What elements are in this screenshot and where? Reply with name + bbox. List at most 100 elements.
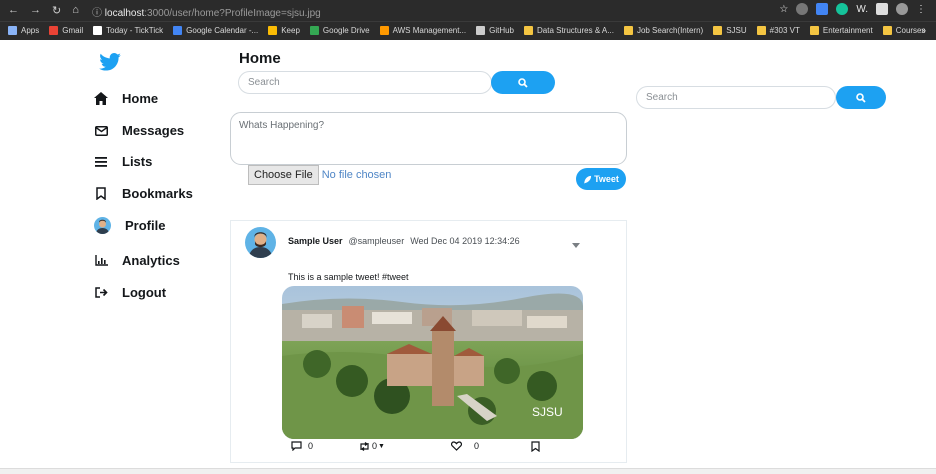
bookmark-favicon-icon — [8, 26, 17, 35]
bookmark-favicon-icon — [173, 26, 183, 35]
user-name[interactable]: Sample User — [288, 236, 343, 246]
retweet-count: 0 — [372, 441, 378, 451]
star-icon[interactable]: ☆ — [779, 4, 788, 15]
bookmark-item[interactable]: Entertainment — [809, 26, 873, 35]
bookmark-item[interactable]: SJSU — [713, 26, 747, 35]
main-search-input[interactable] — [238, 71, 492, 94]
bookmark-label: #303 VT — [769, 26, 800, 35]
retweet-action[interactable]: 0 ▼ — [358, 441, 385, 451]
bookmark-favicon-icon — [476, 26, 486, 35]
tweet-button[interactable]: Tweet — [576, 168, 626, 190]
search-icon — [856, 92, 866, 103]
file-status: No file chosen — [321, 169, 392, 181]
bookmarks-bar: Apps Gmail Today - TickTick Google Calendar… — [0, 21, 936, 40]
bookmark-label: Keep — [281, 26, 300, 35]
bookmark-item[interactable]: Google Calendar -... — [173, 26, 258, 35]
choose-file-button[interactable]: Choose File — [248, 165, 319, 185]
url-path: :3000/user/home?ProfileImage=sjsu.jpg — [144, 8, 321, 19]
like-action[interactable]: 0 — [451, 441, 479, 451]
address-bar[interactable]: ⓘ localhost:3000/user/home?ProfileImage=… — [92, 4, 321, 19]
bookmark-item[interactable]: GitHub — [476, 26, 514, 35]
bookmarks-more-icon[interactable]: » — [921, 25, 926, 35]
window-bottom-edge — [0, 468, 936, 474]
browser-nav: ← → ↻ ⌂ — [8, 4, 79, 17]
reply-action[interactable]: 0 — [291, 441, 313, 451]
word-extension-label[interactable]: W. — [856, 4, 868, 15]
bookmark-item[interactable]: Apps — [8, 26, 39, 35]
list-icon — [94, 155, 108, 169]
logout-icon — [94, 286, 108, 300]
bookmark-action[interactable] — [531, 441, 540, 452]
bookmark-item[interactable]: Google Drive — [309, 26, 370, 35]
sidebar-item-label: Home — [122, 91, 159, 106]
forward-icon[interactable]: → — [30, 4, 41, 17]
compose-textarea[interactable] — [230, 112, 627, 165]
sidebar-item-logout[interactable]: Logout — [94, 285, 166, 300]
tweet-date: Wed Dec 04 2019 12:34:26 — [410, 236, 520, 246]
grammarly-extension-icon[interactable] — [836, 3, 849, 15]
chart-icon — [94, 254, 108, 268]
bookmark-item[interactable]: #303 VT — [756, 26, 800, 35]
sidebar-item-bookmarks[interactable]: Bookmarks — [94, 186, 193, 201]
url-host: localhost — [104, 8, 145, 19]
user-handle: @sampleuser — [348, 236, 405, 246]
menu-icon[interactable]: ⋮ — [916, 4, 926, 15]
bookmark-label: Data Structures & A... — [537, 26, 614, 35]
envelope-icon — [94, 124, 108, 138]
main-search-button[interactable] — [491, 71, 555, 94]
calendar-extension-icon[interactable] — [816, 3, 829, 15]
bookmark-favicon-icon — [524, 26, 534, 35]
page-title: Home — [239, 50, 281, 67]
bookmark-favicon-icon — [379, 26, 389, 35]
sidebar-item-messages[interactable]: Messages — [94, 123, 184, 138]
bookmark-label: Google Calendar -... — [186, 26, 259, 35]
avatar[interactable] — [245, 227, 276, 258]
bookmark-label: Apps — [21, 26, 40, 35]
bookmark-label: Gmail — [62, 26, 84, 35]
bookmark-label: Google Drive — [322, 26, 370, 35]
right-search-button[interactable] — [836, 86, 886, 109]
bookmark-favicon-icon — [268, 26, 278, 35]
tweet-text: This is a sample tweet! #tweet — [288, 272, 409, 282]
sidebar-item-label: Messages — [122, 123, 185, 138]
bookmark-favicon-icon — [623, 26, 633, 35]
sidebar-item-analytics[interactable]: Analytics — [94, 253, 180, 268]
profile-avatar-icon[interactable] — [896, 3, 908, 15]
reply-count: 0 — [308, 441, 314, 451]
heart-icon — [451, 441, 462, 451]
bookmark-favicon-icon — [309, 26, 319, 35]
reload-icon[interactable]: ↻ — [52, 4, 61, 17]
home-icon — [94, 92, 108, 106]
image-watermark: SJSU — [532, 405, 563, 419]
sidebar-item-profile[interactable]: Profile — [94, 217, 165, 234]
extension-icon[interactable] — [796, 3, 809, 15]
file-chooser: Choose File No file chosen — [248, 165, 391, 185]
retweet-icon — [360, 441, 369, 451]
comment-icon — [291, 441, 302, 451]
bookmark-label: Today - TickTick — [106, 26, 164, 35]
bookmark-label: Entertainment — [822, 26, 873, 35]
bookmark-item[interactable]: Today - TickTick — [93, 26, 163, 35]
bookmark-favicon-icon — [713, 26, 723, 35]
like-count: 0 — [474, 441, 480, 451]
avatar-icon — [94, 217, 111, 234]
notes-extension-icon[interactable] — [876, 3, 888, 15]
bookmarks-list: Apps Gmail Today - TickTick Google Calendar… — [8, 26, 926, 35]
right-search-input[interactable] — [636, 86, 836, 109]
bookmark-item[interactable]: Data Structures & A... — [524, 26, 614, 35]
sidebar-item-label: Lists — [122, 154, 153, 169]
tweet-button-label: Tweet — [594, 174, 619, 184]
home-browser-icon[interactable]: ⌂ — [72, 4, 79, 17]
bookmark-item[interactable]: Keep — [268, 26, 300, 35]
tweet-menu-caret-icon[interactable] — [572, 243, 580, 248]
back-icon[interactable]: ← — [8, 4, 19, 17]
sidebar-item-home[interactable]: Home — [94, 91, 158, 106]
bookmark-item[interactable]: Gmail — [49, 26, 83, 35]
tweet-image[interactable]: SJSU — [282, 286, 583, 439]
bookmark-item[interactable]: Job Search(Intern) — [623, 26, 703, 35]
sidebar-item-lists[interactable]: Lists — [94, 154, 152, 169]
retweet-caret-icon[interactable]: ▼ — [378, 443, 385, 450]
bookmark-item[interactable]: Courses — [882, 26, 926, 35]
bookmark-item[interactable]: AWS Management... — [379, 26, 466, 35]
twitter-logo-icon[interactable] — [99, 53, 121, 76]
